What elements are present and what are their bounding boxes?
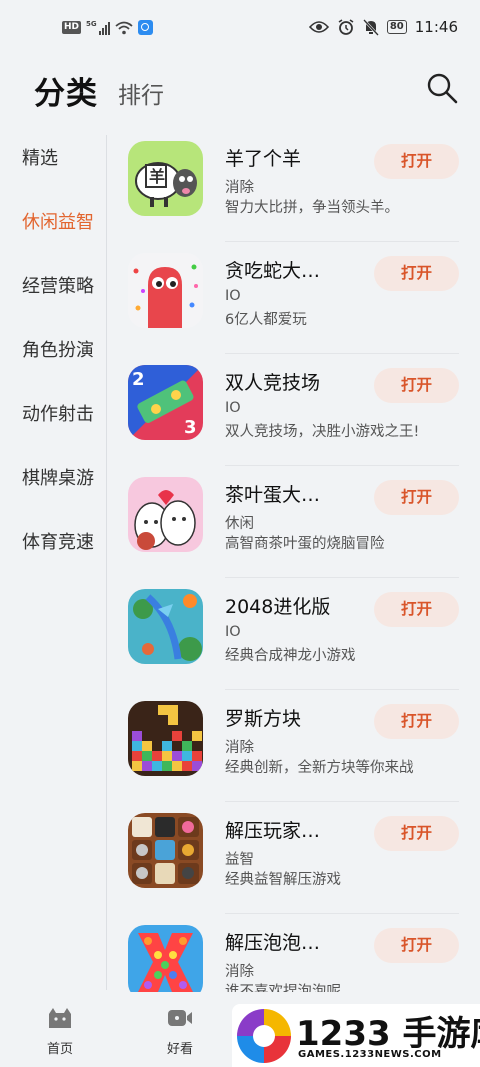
- game-tag: 消除: [225, 964, 254, 980]
- game-list: 羊 羊了个羊 消除 智力大比拼，争当领头羊。 打开 贪吃蛇大… IO 6亿人都爱…: [107, 130, 480, 992]
- list-item[interactable]: 2048进化版 IO 经典合成神龙小游戏 打开: [107, 578, 480, 690]
- game-tag: 消除: [225, 180, 254, 196]
- list-item[interactable]: 罗斯方块 消除 经典创新，全新方块等你来战 打开: [107, 690, 480, 802]
- game-desc: 6亿人都爱玩: [225, 312, 307, 328]
- snake-game-icon[interactable]: [128, 253, 203, 328]
- game-tag: IO: [225, 624, 241, 640]
- watermark-title: 1233 手游库: [296, 1014, 480, 1054]
- open-button[interactable]: 打开: [374, 368, 459, 403]
- alarm-icon: [338, 19, 354, 35]
- game-desc: 智力大比拼，争当领头羊。: [225, 200, 399, 216]
- sidebar-item-rpg[interactable]: 角色扮演: [22, 336, 94, 362]
- game-tag: 益智: [225, 852, 254, 868]
- home-icon: [49, 1008, 71, 1028]
- nav-videos[interactable]: 好看: [150, 1006, 210, 1057]
- eye-icon: [308, 21, 329, 33]
- sidebar-item-strategy[interactable]: 经营策略: [22, 272, 94, 298]
- svg-text:3: 3: [184, 417, 197, 438]
- sidebar-item-casual-puzzle[interactable]: 休闲益智: [22, 208, 94, 234]
- sidebar-item-featured[interactable]: 精选: [22, 144, 58, 170]
- status-right: 80 11:46: [308, 18, 458, 36]
- status-bar: HD 5G 80 11:46: [0, 0, 480, 58]
- game-name: 罗斯方块: [225, 708, 302, 730]
- stress-relief-game-icon[interactable]: [128, 813, 203, 888]
- mute-bell-icon: [362, 18, 379, 36]
- nav-home-label: 首页: [46, 1042, 73, 1057]
- open-button[interactable]: 打开: [374, 256, 459, 291]
- hd-icon: HD: [62, 21, 82, 34]
- game-desc: 谁不喜欢捏泡泡呢: [225, 984, 341, 992]
- game-name: 双人竞技场: [225, 372, 321, 394]
- tab-category[interactable]: 分类: [34, 68, 98, 113]
- game-desc: 经典合成神龙小游戏: [225, 648, 356, 664]
- game-name: 2048进化版: [225, 596, 331, 618]
- game-name: 解压玩家…: [225, 820, 321, 842]
- status-left: HD 5G: [62, 20, 153, 35]
- sidebar-item-sports-racing[interactable]: 体育竞速: [22, 528, 94, 554]
- svg-text:2: 2: [132, 369, 145, 390]
- game-desc: 经典益智解压游戏: [225, 872, 341, 888]
- dragon-2048-game-icon[interactable]: [128, 589, 203, 664]
- battery-icon: 80: [386, 20, 407, 34]
- list-item[interactable]: 解压玩家… 益智 经典益智解压游戏 打开: [107, 802, 480, 914]
- list-item[interactable]: 茶叶蛋大… 休闲 高智商茶叶蛋的烧脑冒险 打开: [107, 466, 480, 578]
- game-tag: 消除: [225, 740, 254, 756]
- open-button[interactable]: 打开: [374, 816, 459, 851]
- network-type: 5G: [86, 20, 97, 28]
- search-app-icon: [137, 20, 153, 35]
- open-button[interactable]: 打开: [374, 928, 459, 963]
- game-desc: 双人竞技场，决胜小游戏之王!: [225, 424, 420, 440]
- app-header: 分类 排行: [0, 58, 480, 130]
- game-desc: 高智商茶叶蛋的烧脑冒险: [225, 536, 385, 552]
- search-icon[interactable]: [426, 72, 458, 104]
- svg-text:羊: 羊: [149, 167, 165, 186]
- open-button[interactable]: 打开: [374, 144, 459, 179]
- pop-it-game-icon[interactable]: [128, 925, 203, 992]
- tea-egg-game-icon[interactable]: [128, 477, 203, 552]
- game-tag: IO: [225, 288, 241, 304]
- duel-arena-game-icon[interactable]: 23: [128, 365, 203, 440]
- sheep-game-icon[interactable]: 羊: [128, 141, 203, 216]
- open-button[interactable]: 打开: [374, 704, 459, 739]
- list-item[interactable]: 贪吃蛇大… IO 6亿人都爱玩 打开: [107, 242, 480, 354]
- video-icon: [168, 1010, 192, 1026]
- block-puzzle-game-icon[interactable]: [128, 701, 203, 776]
- open-button[interactable]: 打开: [374, 480, 459, 515]
- watermark-url: GAMES.1233NEWS.COM: [298, 1049, 442, 1060]
- nav-home[interactable]: 首页: [30, 1006, 90, 1057]
- brand-logo-icon: [237, 1009, 291, 1063]
- watermark: 1233 手游库 GAMES.1233NEWS.COM: [232, 1004, 480, 1067]
- open-button[interactable]: 打开: [374, 592, 459, 627]
- game-name: 解压泡泡…: [225, 932, 321, 954]
- sidebar-item-action-shooter[interactable]: 动作射击: [22, 400, 94, 426]
- game-tag: 休闲: [225, 516, 254, 532]
- game-name: 茶叶蛋大…: [225, 484, 321, 506]
- list-item[interactable]: 23 双人竞技场 IO 双人竞技场，决胜小游戏之王! 打开: [107, 354, 480, 466]
- game-tag: IO: [225, 400, 241, 416]
- list-item[interactable]: 羊 羊了个羊 消除 智力大比拼，争当领头羊。 打开: [107, 130, 480, 242]
- wifi-icon: [115, 21, 133, 34]
- sidebar-item-board-card[interactable]: 棋牌桌游: [22, 464, 94, 490]
- tab-ranking[interactable]: 排行: [118, 76, 164, 110]
- clock: 11:46: [414, 18, 458, 36]
- game-name: 羊了个羊: [225, 148, 302, 170]
- list-item[interactable]: 解压泡泡… 消除 谁不喜欢捏泡泡呢 打开: [107, 914, 480, 992]
- signal-icon: [98, 21, 110, 35]
- nav-videos-label: 好看: [166, 1042, 193, 1057]
- game-name: 贪吃蛇大…: [225, 260, 321, 282]
- game-desc: 经典创新，全新方块等你来战: [225, 760, 414, 776]
- category-sidebar: 精选 休闲益智 经营策略 角色扮演 动作射击 棋牌桌游 体育竞速: [0, 130, 107, 992]
